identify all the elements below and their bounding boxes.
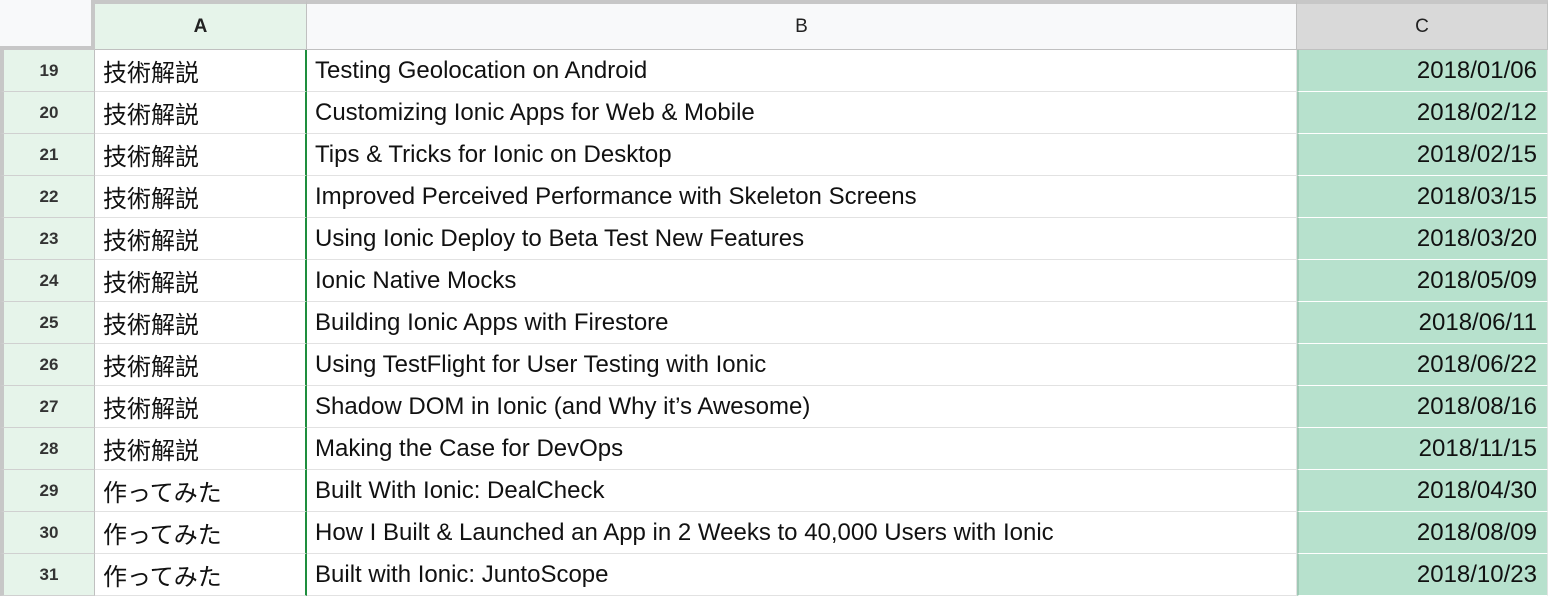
- select-all-corner[interactable]: [0, 0, 95, 50]
- cell-b[interactable]: Ionic Native Mocks: [307, 260, 1297, 302]
- cell-a[interactable]: 作ってみた: [95, 512, 307, 554]
- row-header[interactable]: 25: [0, 302, 95, 344]
- table-row: 28 技術解説 Making the Case for DevOps 2018/11/…: [0, 428, 1548, 470]
- cell-a[interactable]: 作ってみた: [95, 470, 307, 512]
- cell-a[interactable]: 技術解説: [95, 50, 307, 92]
- table-row: 20 技術解説 Customizing Ionic Apps for Web & M…: [0, 92, 1548, 134]
- table-row: 23 技術解説 Using Ionic Deploy to Beta Test Ne…: [0, 218, 1548, 260]
- cell-c[interactable]: 2018/03/15: [1297, 176, 1548, 218]
- table-row: 26 技術解説 Using TestFlight for User Testing …: [0, 344, 1548, 386]
- cell-c[interactable]: 2018/06/11: [1297, 302, 1548, 344]
- column-header-a[interactable]: A: [95, 0, 307, 50]
- cell-a[interactable]: 技術解説: [95, 260, 307, 302]
- row-header[interactable]: 29: [0, 470, 95, 512]
- row-header[interactable]: 22: [0, 176, 95, 218]
- table-row: 25 技術解説 Building Ionic Apps with Firestore…: [0, 302, 1548, 344]
- cell-a[interactable]: 技術解説: [95, 92, 307, 134]
- table-row: 22 技術解説 Improved Perceived Performance wit…: [0, 176, 1548, 218]
- cell-b[interactable]: Tips & Tricks for Ionic on Desktop: [307, 134, 1297, 176]
- spreadsheet-grid: A B C 19 技術解説 Testing Geolocation on Andro…: [0, 0, 1548, 598]
- cell-c[interactable]: 2018/10/23: [1297, 554, 1548, 596]
- cell-a[interactable]: 技術解説: [95, 428, 307, 470]
- cell-b[interactable]: Built With Ionic: DealCheck: [307, 470, 1297, 512]
- table-row: 29 作ってみた Built With Ionic: DealCheck 2018/0…: [0, 470, 1548, 512]
- row-header[interactable]: 31: [0, 554, 95, 596]
- row-header[interactable]: 23: [0, 218, 95, 260]
- cell-c[interactable]: 2018/08/09: [1297, 512, 1548, 554]
- cell-b[interactable]: Testing Geolocation on Android: [307, 50, 1297, 92]
- column-header-b[interactable]: B: [307, 0, 1297, 50]
- row-header[interactable]: 30: [0, 512, 95, 554]
- row-header[interactable]: 20: [0, 92, 95, 134]
- cell-b[interactable]: How I Built & Launched an App in 2 Weeks…: [307, 512, 1297, 554]
- row-header[interactable]: 27: [0, 386, 95, 428]
- cell-b[interactable]: Building Ionic Apps with Firestore: [307, 302, 1297, 344]
- cell-c[interactable]: 2018/02/15: [1297, 134, 1548, 176]
- cell-c[interactable]: 2018/01/06: [1297, 50, 1548, 92]
- table-row: 21 技術解説 Tips & Tricks for Ionic on Desktop…: [0, 134, 1548, 176]
- table-row: 31 作ってみた Built with Ionic: JuntoScope 2018/…: [0, 554, 1548, 596]
- cell-a[interactable]: 技術解説: [95, 176, 307, 218]
- cell-b[interactable]: Making the Case for DevOps: [307, 428, 1297, 470]
- cell-c[interactable]: 2018/03/20: [1297, 218, 1548, 260]
- cell-b[interactable]: Shadow DOM in Ionic (and Why it’s Awesom…: [307, 386, 1297, 428]
- cell-a[interactable]: 作ってみた: [95, 554, 307, 596]
- cell-a[interactable]: 技術解説: [95, 302, 307, 344]
- column-header-c[interactable]: C: [1297, 0, 1548, 50]
- table-row: 19 技術解説 Testing Geolocation on Android 2018…: [0, 50, 1548, 92]
- cell-c[interactable]: 2018/11/15: [1297, 428, 1548, 470]
- row-header[interactable]: 26: [0, 344, 95, 386]
- cell-a[interactable]: 技術解説: [95, 134, 307, 176]
- table-row: 30 作ってみた How I Built & Launched an App in …: [0, 512, 1548, 554]
- row-header[interactable]: 21: [0, 134, 95, 176]
- cell-c[interactable]: 2018/04/30: [1297, 470, 1548, 512]
- cell-c[interactable]: 2018/08/16: [1297, 386, 1548, 428]
- rows-container: 19 技術解説 Testing Geolocation on Android 2018…: [0, 50, 1548, 596]
- row-header[interactable]: 28: [0, 428, 95, 470]
- table-row: 27 技術解説 Shadow DOM in Ionic (and Why it’s …: [0, 386, 1548, 428]
- cell-b[interactable]: Using Ionic Deploy to Beta Test New Feat…: [307, 218, 1297, 260]
- row-header[interactable]: 19: [0, 50, 95, 92]
- cell-a[interactable]: 技術解説: [95, 344, 307, 386]
- cell-b[interactable]: Improved Perceived Performance with Skel…: [307, 176, 1297, 218]
- cell-b[interactable]: Using TestFlight for User Testing with I…: [307, 344, 1297, 386]
- cell-c[interactable]: 2018/02/12: [1297, 92, 1548, 134]
- cell-b[interactable]: Built with Ionic: JuntoScope: [307, 554, 1297, 596]
- cell-c[interactable]: 2018/05/09: [1297, 260, 1548, 302]
- cell-b[interactable]: Customizing Ionic Apps for Web & Mobile: [307, 92, 1297, 134]
- table-row: 24 技術解説 Ionic Native Mocks 2018/05/09: [0, 260, 1548, 302]
- cell-c[interactable]: 2018/06/22: [1297, 344, 1548, 386]
- row-header[interactable]: 24: [0, 260, 95, 302]
- cell-a[interactable]: 技術解説: [95, 218, 307, 260]
- cell-a[interactable]: 技術解説: [95, 386, 307, 428]
